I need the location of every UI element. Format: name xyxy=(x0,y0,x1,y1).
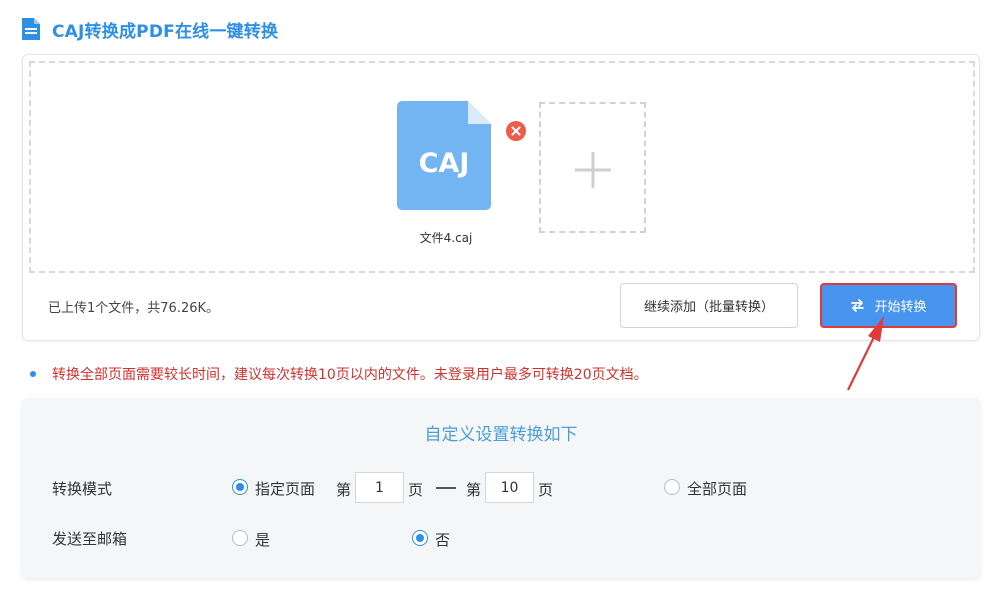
radio-email-yes[interactable] xyxy=(232,530,248,546)
caj-file-icon: CAJ xyxy=(397,101,491,210)
mode-label: 转换模式 xyxy=(52,480,113,498)
page-prefix-from: 第 xyxy=(336,481,352,499)
close-icon xyxy=(511,126,521,136)
page-header: CAJ转换成PDF在线一键转换 xyxy=(22,16,278,42)
notice-line: 转换全部页面需要较长时间，建议每次转换10页以内的文件。未登录用户最多可转换20… xyxy=(30,364,648,384)
radio-all-pages[interactable] xyxy=(664,479,680,495)
all-pages-label: 全部页面 xyxy=(687,480,748,498)
remove-file-button[interactable] xyxy=(506,121,526,141)
upload-summary: 已上传1个文件，共76.26K。 xyxy=(48,301,220,316)
radio-specify-pages[interactable] xyxy=(232,479,248,495)
page-prefix-to: 第 xyxy=(466,481,482,499)
notice-text: 转换全部页面需要较长时间，建议每次转换10页以内的文件。未登录用户最多可转换20… xyxy=(52,367,648,383)
file-dropzone[interactable]: CAJ 文件4.caj xyxy=(29,61,975,273)
page-to-input[interactable] xyxy=(485,472,534,503)
page-unit-from: 页 xyxy=(408,481,424,499)
upload-panel: CAJ 文件4.caj 已上传1个文件，共76.26K。 继续添加（批量转换） … xyxy=(22,54,980,341)
page-unit-to: 页 xyxy=(538,481,554,499)
start-convert-button[interactable]: 开始转换 xyxy=(820,283,957,328)
page-from-input[interactable] xyxy=(355,472,404,503)
plus-icon xyxy=(575,152,611,188)
add-file-tile[interactable] xyxy=(539,102,646,233)
range-dash xyxy=(436,487,456,489)
page-title: CAJ转换成PDF在线一键转换 xyxy=(52,21,279,42)
email-yes-label: 是 xyxy=(255,531,271,549)
file-name: 文件4.caj xyxy=(419,231,473,245)
specify-pages-label: 指定页面 xyxy=(255,480,316,498)
radio-email-no[interactable] xyxy=(412,530,428,546)
caj-badge-text: CAJ xyxy=(419,148,470,179)
settings-title: 自定义设置转换如下 xyxy=(424,425,578,445)
document-icon xyxy=(22,18,40,40)
settings-panel: 自定义设置转换如下 转换模式 指定页面 第 页 第 页 全部页面 发送至邮箱 是… xyxy=(22,398,980,578)
bullet-dot xyxy=(30,371,36,377)
email-no-label: 否 xyxy=(435,531,451,549)
start-convert-label: 开始转换 xyxy=(874,300,927,315)
email-label: 发送至邮箱 xyxy=(52,530,128,548)
swap-arrows-icon xyxy=(851,299,865,312)
continue-add-button[interactable]: 继续添加（批量转换） xyxy=(620,283,798,328)
